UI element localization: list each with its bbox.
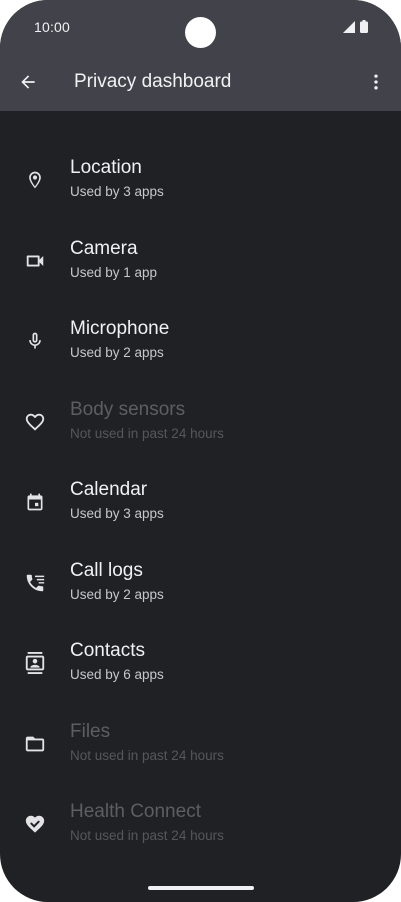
permission-title: Microphone — [70, 318, 170, 339]
page-title: Privacy dashboard — [74, 71, 232, 92]
location-pin-icon — [24, 169, 46, 191]
mic-icon — [24, 330, 46, 352]
permission-title: Files — [70, 720, 111, 742]
heart-icon — [24, 411, 46, 433]
permission-item-contacts[interactable]: Contacts Used by 6 apps — [0, 627, 401, 708]
folder-icon — [24, 733, 46, 755]
permission-item-health-connect[interactable]: Health Connect Not used in past 24 hours — [0, 788, 401, 869]
permission-usage: Used by 3 apps — [70, 184, 164, 199]
permission-title: Health Connect — [70, 801, 201, 822]
permission-usage: Not used in past 24 hours — [70, 747, 224, 763]
battery-icon — [360, 20, 368, 38]
permission-list: Location Used by 3 apps Camera Used by 1… — [0, 144, 401, 869]
permission-usage: Not used in past 24 hours — [70, 425, 224, 441]
permission-usage: Not used in past 24 hours — [70, 828, 224, 843]
permission-title: Calendar — [70, 479, 148, 500]
phone-screen: 10:00 Privacy dashboard Location Used by… — [0, 0, 401, 902]
permission-item-call-logs[interactable]: Call logs Used by 2 apps — [0, 547, 401, 628]
permission-item-files[interactable]: Files Not used in past 24 hours — [0, 708, 401, 789]
permission-usage: Used by 3 apps — [70, 506, 164, 521]
status-time: 10:00 — [34, 19, 71, 35]
permission-usage: Used by 2 apps — [70, 586, 164, 602]
status-icons — [343, 20, 368, 38]
contacts-icon — [24, 652, 46, 674]
permission-usage: Used by 6 apps — [70, 667, 164, 682]
permission-item-body-sensors[interactable]: Body sensors Not used in past 24 hours — [0, 386, 401, 467]
arrow-back-icon — [21, 75, 35, 89]
health-connect-icon — [24, 813, 46, 835]
calendar-icon — [24, 491, 46, 513]
permission-title: Body sensors — [70, 398, 186, 420]
permission-usage: Used by 2 apps — [70, 345, 164, 360]
call-log-icon — [24, 572, 46, 594]
back-button[interactable] — [14, 68, 42, 96]
more-options-button[interactable] — [362, 68, 390, 96]
videocam-icon — [24, 250, 46, 272]
permission-title: Camera — [70, 237, 138, 259]
permission-item-microphone[interactable]: Microphone Used by 2 apps — [0, 305, 401, 386]
app-bar: 10:00 Privacy dashboard — [0, 0, 401, 111]
status-bar: 10:00 — [0, 0, 401, 56]
home-indicator[interactable] — [148, 886, 254, 890]
permission-title: Contacts — [70, 640, 145, 661]
camera-cutout — [185, 17, 216, 48]
permission-usage: Used by 1 app — [70, 264, 158, 280]
permission-item-calendar[interactable]: Calendar Used by 3 apps — [0, 466, 401, 547]
permission-title: Call logs — [70, 559, 143, 581]
permission-item-camera[interactable]: Camera Used by 1 app — [0, 225, 401, 306]
permission-title: Location — [70, 157, 142, 178]
more-vert-icon — [374, 74, 378, 90]
signal-icon — [343, 20, 355, 38]
permission-item-location[interactable]: Location Used by 3 apps — [0, 144, 401, 225]
